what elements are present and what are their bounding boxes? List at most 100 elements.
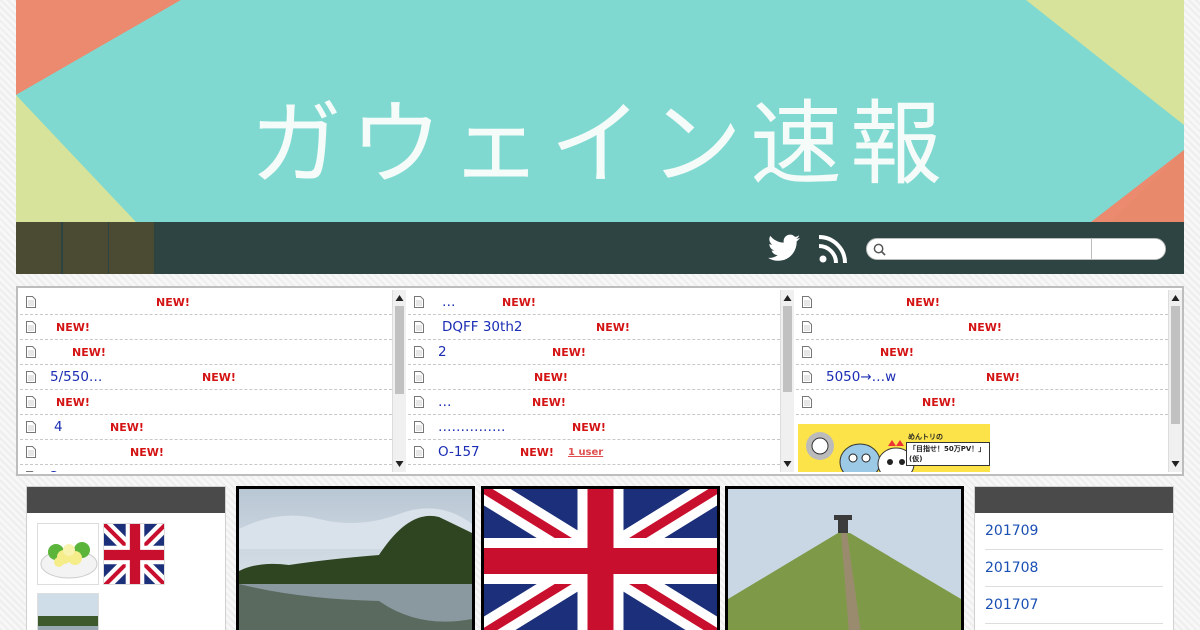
feed-title[interactable]: …………… (438, 415, 506, 439)
thumbnail-salad[interactable] (37, 523, 99, 585)
feed-item[interactable]: NEW! (796, 315, 1168, 340)
archive-widget: 201709 201708 201707 (974, 486, 1174, 630)
new-badge: NEW! (572, 421, 606, 434)
feed-item[interactable]: NEW! (408, 365, 780, 390)
river-photo (239, 489, 472, 630)
feed-item[interactable]: 5050→…w NEW! (796, 365, 1168, 390)
nav-tab-3[interactable] (109, 222, 155, 274)
feed-title[interactable]: DQFF 30th2 (442, 315, 522, 339)
feed-item[interactable]: NEW! (796, 390, 1168, 415)
document-icon (26, 371, 36, 383)
feed-item[interactable]: …………… NEW! (408, 415, 780, 440)
feed-title[interactable]: 5050→…w (826, 365, 896, 389)
hill-photo (728, 489, 961, 630)
scroll-down-arrow-icon[interactable] (781, 457, 794, 470)
search-box (866, 238, 1166, 260)
feed-item[interactable]: 2 (20, 465, 392, 472)
feed-list: NEW! NEW! NEW! 5050→…w NEW! NEW! (796, 290, 1168, 415)
river-image (38, 594, 98, 630)
feed-scrollbar[interactable] (392, 290, 406, 472)
thumbnail-river[interactable] (37, 593, 99, 630)
feed-scrollbar[interactable] (1168, 290, 1182, 472)
feed-item[interactable]: … NEW! (408, 390, 780, 415)
scroll-up-arrow-icon[interactable] (393, 292, 406, 305)
new-badge: NEW! (520, 446, 554, 459)
new-badge: NEW! (110, 421, 144, 434)
scrollbar-thumb[interactable] (1171, 306, 1180, 424)
article-card-river[interactable] (236, 486, 475, 630)
scroll-down-arrow-icon[interactable] (1169, 457, 1182, 470)
feed-title[interactable]: … (442, 290, 456, 314)
search-input[interactable] (889, 239, 1091, 259)
feed-item[interactable]: NEW! (20, 390, 392, 415)
document-icon (26, 421, 36, 433)
thumbnail-uk-flag[interactable] (103, 523, 165, 585)
ad-text-line2: 「目指せ！50万PV！」(仮) (906, 442, 990, 466)
site-title: ガウェイン速報 (249, 91, 950, 198)
feed-item[interactable]: … NEW! (408, 290, 780, 315)
scrollbar-thumb[interactable] (783, 306, 792, 392)
feed-item[interactable]: NEW! (796, 340, 1168, 365)
document-icon (414, 346, 424, 358)
document-icon (414, 321, 424, 333)
document-icon (802, 396, 812, 408)
new-badge: NEW! (56, 396, 90, 409)
new-badge: NEW! (968, 321, 1002, 334)
feed-title[interactable]: … (438, 390, 452, 414)
search-icon (873, 243, 886, 256)
feed-title[interactable]: 4 (54, 415, 63, 439)
feed-item[interactable]: DQFF 30th2 NEW! (408, 315, 780, 340)
new-badge: NEW! (986, 371, 1020, 384)
new-badge: NEW! (202, 371, 236, 384)
document-icon (26, 296, 36, 308)
feed-title[interactable]: O-157 (438, 440, 480, 464)
feed-column-3: NEW! NEW! NEW! 5050→…w NEW! NEW! めんトリの 「… (796, 290, 1182, 472)
feed-item[interactable]: 5/550… NEW! (20, 365, 392, 390)
feed-title[interactable]: 2 (50, 465, 59, 472)
antenna-feed-panel: NEW! NEW! NEW! 5/550… NEW! NEW! 4 NEW! NEW… (16, 286, 1184, 476)
nav-tab-2[interactable] (63, 222, 109, 274)
document-icon (26, 396, 36, 408)
scrollbar-thumb[interactable] (395, 306, 404, 394)
feed-column-2: … NEW! DQFF 30th2 NEW! 2 NEW! NEW! … NEW! ……… (408, 290, 794, 472)
document-icon (414, 296, 424, 308)
scroll-down-arrow-icon[interactable] (393, 457, 406, 470)
document-icon (802, 371, 812, 383)
feed-item[interactable]: NEW! (20, 290, 392, 315)
document-icon (26, 346, 36, 358)
feed-title[interactable]: 2 (438, 340, 447, 364)
feed-item[interactable]: NEW! (20, 315, 392, 340)
feed-item[interactable]: NEW! (20, 440, 392, 465)
ad-text-line1: めんトリの (908, 433, 943, 441)
archive-link[interactable]: 201707 (985, 587, 1163, 624)
rss-icon[interactable] (819, 235, 847, 263)
search-button[interactable] (1091, 239, 1165, 259)
site-banner[interactable]: ガウェイン速報 (16, 0, 1184, 222)
new-badge: NEW! (56, 321, 90, 334)
scroll-up-arrow-icon[interactable] (781, 292, 794, 305)
archive-link[interactable]: 201708 (985, 550, 1163, 587)
feed-item[interactable]: NEW! (20, 340, 392, 365)
nav-bar (16, 222, 1184, 274)
feed-item[interactable]: NEW! (796, 290, 1168, 315)
feed-item[interactable]: 4 NEW! (20, 415, 392, 440)
ad-banner[interactable]: めんトリの 「目指せ！50万PV！」(仮) (798, 424, 990, 472)
feed-item[interactable]: O-157 NEW! 1 user (408, 440, 780, 465)
feed-item[interactable]: 2 NEW! (408, 340, 780, 365)
scroll-up-arrow-icon[interactable] (1169, 292, 1182, 305)
new-badge: NEW! (130, 446, 164, 459)
feed-title[interactable]: 5/550… (50, 365, 102, 389)
document-icon (26, 321, 36, 333)
article-card-hill[interactable] (725, 486, 964, 630)
twitter-icon[interactable] (768, 234, 800, 262)
new-badge: NEW! (552, 346, 586, 359)
user-count-badge[interactable]: 1 user (568, 441, 603, 465)
left-sidebar-widget (26, 486, 226, 630)
archive-link[interactable]: 201709 (985, 513, 1163, 550)
new-badge: NEW! (502, 296, 536, 309)
article-card-uk-flag[interactable] (481, 486, 720, 630)
nav-tab-1[interactable] (16, 222, 62, 274)
feed-scrollbar[interactable] (780, 290, 794, 472)
new-badge: NEW! (156, 296, 190, 309)
document-icon (26, 471, 34, 472)
